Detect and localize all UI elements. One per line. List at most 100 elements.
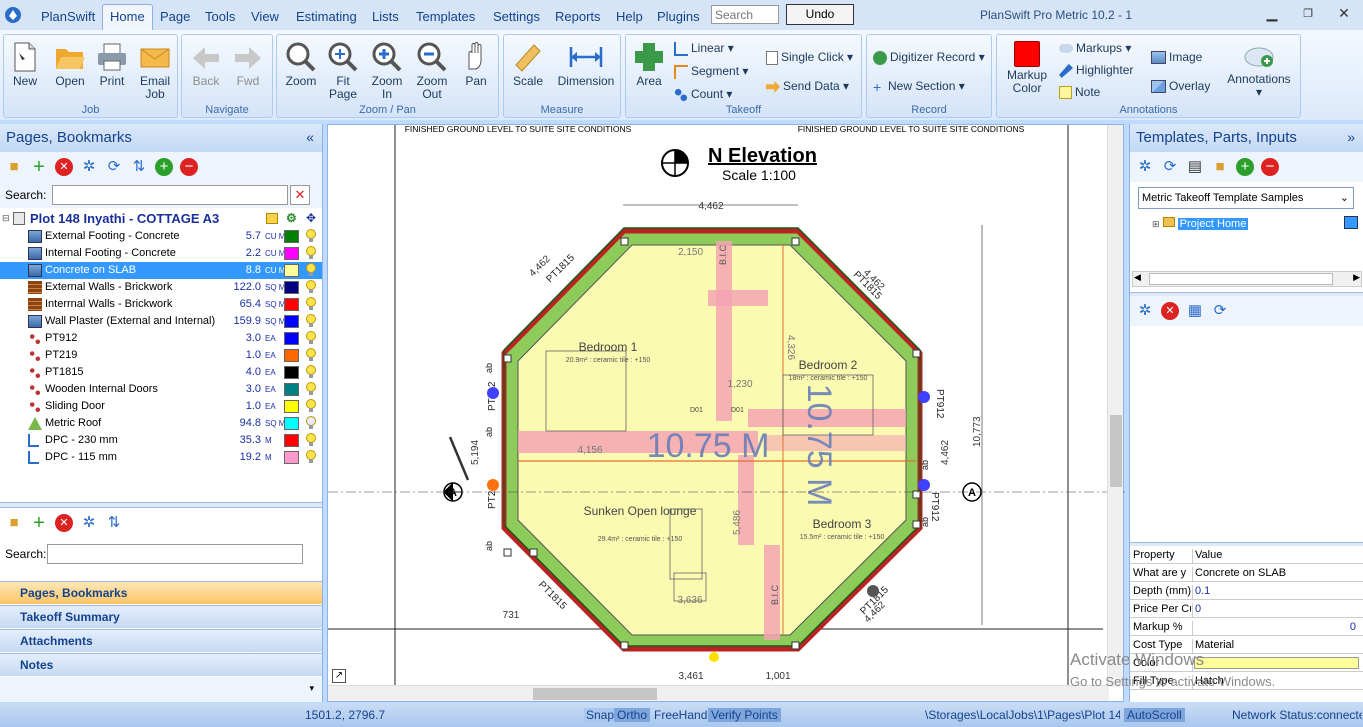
template-checkbox[interactable] bbox=[1344, 216, 1358, 229]
property-row[interactable]: What are y Concrete on SLAB bbox=[1130, 564, 1363, 582]
area-button[interactable]: Area bbox=[630, 41, 668, 88]
forward-button[interactable]: Fwd bbox=[230, 43, 266, 88]
markup-color-button[interactable]: Markup Color bbox=[1003, 41, 1051, 95]
refresh-icon-r[interactable]: ⟳ bbox=[1161, 158, 1179, 176]
lightbulb-icon[interactable] bbox=[305, 331, 317, 345]
color-swatch[interactable] bbox=[284, 366, 299, 379]
tree-item[interactable]: Wooden Internal Doors 3.0 EA bbox=[0, 381, 322, 398]
color-swatch[interactable] bbox=[284, 247, 299, 260]
scroll-right-icon[interactable]: ▶ bbox=[1353, 272, 1360, 283]
minimize-icon[interactable]: ▁ bbox=[1262, 5, 1282, 22]
tree-item[interactable]: Interrnal Walls - Brickwork 65.4 SQ M bbox=[0, 296, 322, 313]
tree-item[interactable]: PT1815 4.0 EA bbox=[0, 364, 322, 381]
lightbulb-icon[interactable] bbox=[305, 280, 317, 294]
property-row[interactable]: Price Per Cu 0 bbox=[1130, 600, 1363, 618]
linear-button[interactable]: Linear ▾ bbox=[674, 41, 734, 56]
status-ortho[interactable]: Ortho bbox=[614, 708, 651, 722]
property-row[interactable]: Markup % 0 bbox=[1130, 618, 1363, 636]
remove-circle-icon-r[interactable]: − bbox=[1261, 158, 1279, 176]
lightbulb-icon[interactable] bbox=[305, 433, 317, 447]
expand-arrow-icon[interactable]: ↗ bbox=[332, 669, 346, 683]
tree-item[interactable]: DPC - 230 mm 35.3 M bbox=[0, 432, 322, 449]
tab-plugins[interactable]: Plugins bbox=[657, 9, 700, 24]
right-hscrollbar[interactable]: ◀ ▶ bbox=[1132, 271, 1362, 287]
collapse-left-icon[interactable]: « bbox=[306, 129, 314, 145]
nav-pages-bookmarks[interactable]: Pages, Bookmarks bbox=[0, 581, 322, 604]
markups-button[interactable]: Markups ▾ bbox=[1059, 41, 1131, 55]
nav-notes[interactable]: Notes bbox=[0, 653, 322, 676]
nav-more-icon[interactable]: ▾ bbox=[309, 683, 314, 694]
pt912-marker[interactable] bbox=[487, 387, 499, 399]
tree-item[interactable]: PT219 1.0 EA bbox=[0, 347, 322, 364]
floor-plan-drawing[interactable]: FINISHED GROUND LEVEL TO SUITE SITE COND… bbox=[328, 124, 1125, 703]
digitizer-record-button[interactable]: Digitizer Record ▾ bbox=[873, 50, 985, 65]
color-swatch[interactable] bbox=[284, 451, 299, 464]
collapse-right-icon[interactable]: » bbox=[1347, 129, 1355, 145]
segment-button[interactable]: Segment ▾ bbox=[674, 64, 748, 79]
new-section-button[interactable]: + New Section ▾ bbox=[873, 79, 965, 94]
folder-add-icon-r[interactable]: ■ bbox=[1211, 158, 1229, 176]
delete-icon-2[interactable]: ✕ bbox=[55, 514, 73, 532]
lightbulb-icon[interactable] bbox=[305, 263, 317, 277]
tab-tools[interactable]: Tools bbox=[205, 9, 235, 24]
dimension-button[interactable]: Dimension bbox=[554, 41, 618, 88]
add-circle-icon-r[interactable]: + bbox=[1236, 158, 1254, 176]
color-swatch[interactable] bbox=[284, 281, 299, 294]
close-icon[interactable]: ✕ bbox=[1334, 5, 1354, 22]
pt912-marker-3[interactable] bbox=[918, 479, 930, 491]
color-swatch[interactable] bbox=[284, 383, 299, 396]
overlay-button[interactable]: Overlay bbox=[1151, 79, 1210, 94]
nav-takeoff-summary[interactable]: Takeoff Summary bbox=[0, 605, 322, 628]
pt1815-marker[interactable] bbox=[867, 585, 879, 597]
single-click-button[interactable]: Single Click ▾ bbox=[766, 50, 853, 65]
lightbulb-icon[interactable] bbox=[305, 348, 317, 362]
color-swatch[interactable] bbox=[284, 349, 299, 362]
left-search-input-2[interactable] bbox=[47, 544, 303, 564]
scale-button[interactable]: Scale bbox=[508, 41, 548, 88]
property-row[interactable]: Depth (mm) 0.1 bbox=[1130, 582, 1363, 600]
color-swatch[interactable] bbox=[284, 298, 299, 311]
annotations-button[interactable]: Annotations ▾ bbox=[1223, 43, 1295, 99]
lightbulb-icon[interactable] bbox=[305, 450, 317, 464]
lightbulb-icon[interactable] bbox=[305, 399, 317, 413]
layers-icon[interactable]: ⚙ bbox=[286, 211, 297, 225]
lightbulb-icon[interactable] bbox=[305, 246, 317, 260]
fit-page-button[interactable]: Fit Page bbox=[325, 41, 361, 101]
zoom-out-button[interactable]: Zoom Out bbox=[413, 41, 451, 101]
filter-icon-r[interactable]: ▤ bbox=[1186, 158, 1204, 176]
horizontal-scroll-thumb[interactable] bbox=[533, 688, 657, 700]
tree-item[interactable]: Wall Plaster (External and Internal) 159.… bbox=[0, 313, 322, 330]
pan-button[interactable]: Pan bbox=[459, 41, 493, 88]
restore-icon[interactable]: ❐ bbox=[1298, 7, 1318, 20]
settings-gear-icon-2[interactable]: ✲ bbox=[80, 514, 98, 532]
status-autoscroll[interactable]: AutoScroll bbox=[1124, 708, 1185, 722]
add-icon[interactable]: + bbox=[30, 157, 48, 177]
tree-item[interactable]: External Footing - Concrete 5.7 CU M bbox=[0, 228, 322, 245]
tab-settings[interactable]: Settings bbox=[493, 9, 540, 24]
tree-project-home[interactable]: ⊞ Project Home bbox=[1152, 217, 1249, 230]
lightbulb-icon[interactable] bbox=[305, 365, 317, 379]
tab-home[interactable]: Home bbox=[102, 4, 153, 31]
pt912-marker-2[interactable] bbox=[918, 391, 930, 403]
count-button[interactable]: Count ▾ bbox=[674, 87, 732, 102]
tree-item[interactable]: Metric Roof 94.8 SQ M bbox=[0, 415, 322, 432]
tab-page[interactable]: Page bbox=[160, 9, 190, 24]
lightbulb-icon[interactable] bbox=[305, 382, 317, 396]
color-swatch[interactable] bbox=[284, 230, 299, 243]
lightbulb-icon[interactable] bbox=[305, 229, 317, 243]
image-button[interactable]: Image bbox=[1151, 50, 1202, 65]
color-swatch[interactable] bbox=[284, 264, 299, 277]
add-icon-2[interactable]: + bbox=[30, 513, 48, 533]
tab-planswift[interactable]: PlanSwift bbox=[41, 9, 95, 24]
note-button[interactable]: Note bbox=[1059, 85, 1100, 100]
folder-icon-2[interactable]: ■ bbox=[5, 514, 23, 532]
left-search-input[interactable] bbox=[52, 185, 288, 205]
tab-view[interactable]: View bbox=[251, 9, 279, 24]
delete-icon-r2[interactable]: ✕ bbox=[1161, 302, 1179, 320]
undo-button[interactable]: Undo bbox=[786, 4, 854, 25]
send-data-button[interactable]: Send Data ▾ bbox=[766, 79, 849, 93]
back-button[interactable]: Back bbox=[188, 43, 224, 88]
lightbulb-icon[interactable] bbox=[305, 416, 317, 430]
delete-icon[interactable]: ✕ bbox=[55, 158, 73, 176]
planswift-logo-icon[interactable] bbox=[4, 6, 22, 24]
